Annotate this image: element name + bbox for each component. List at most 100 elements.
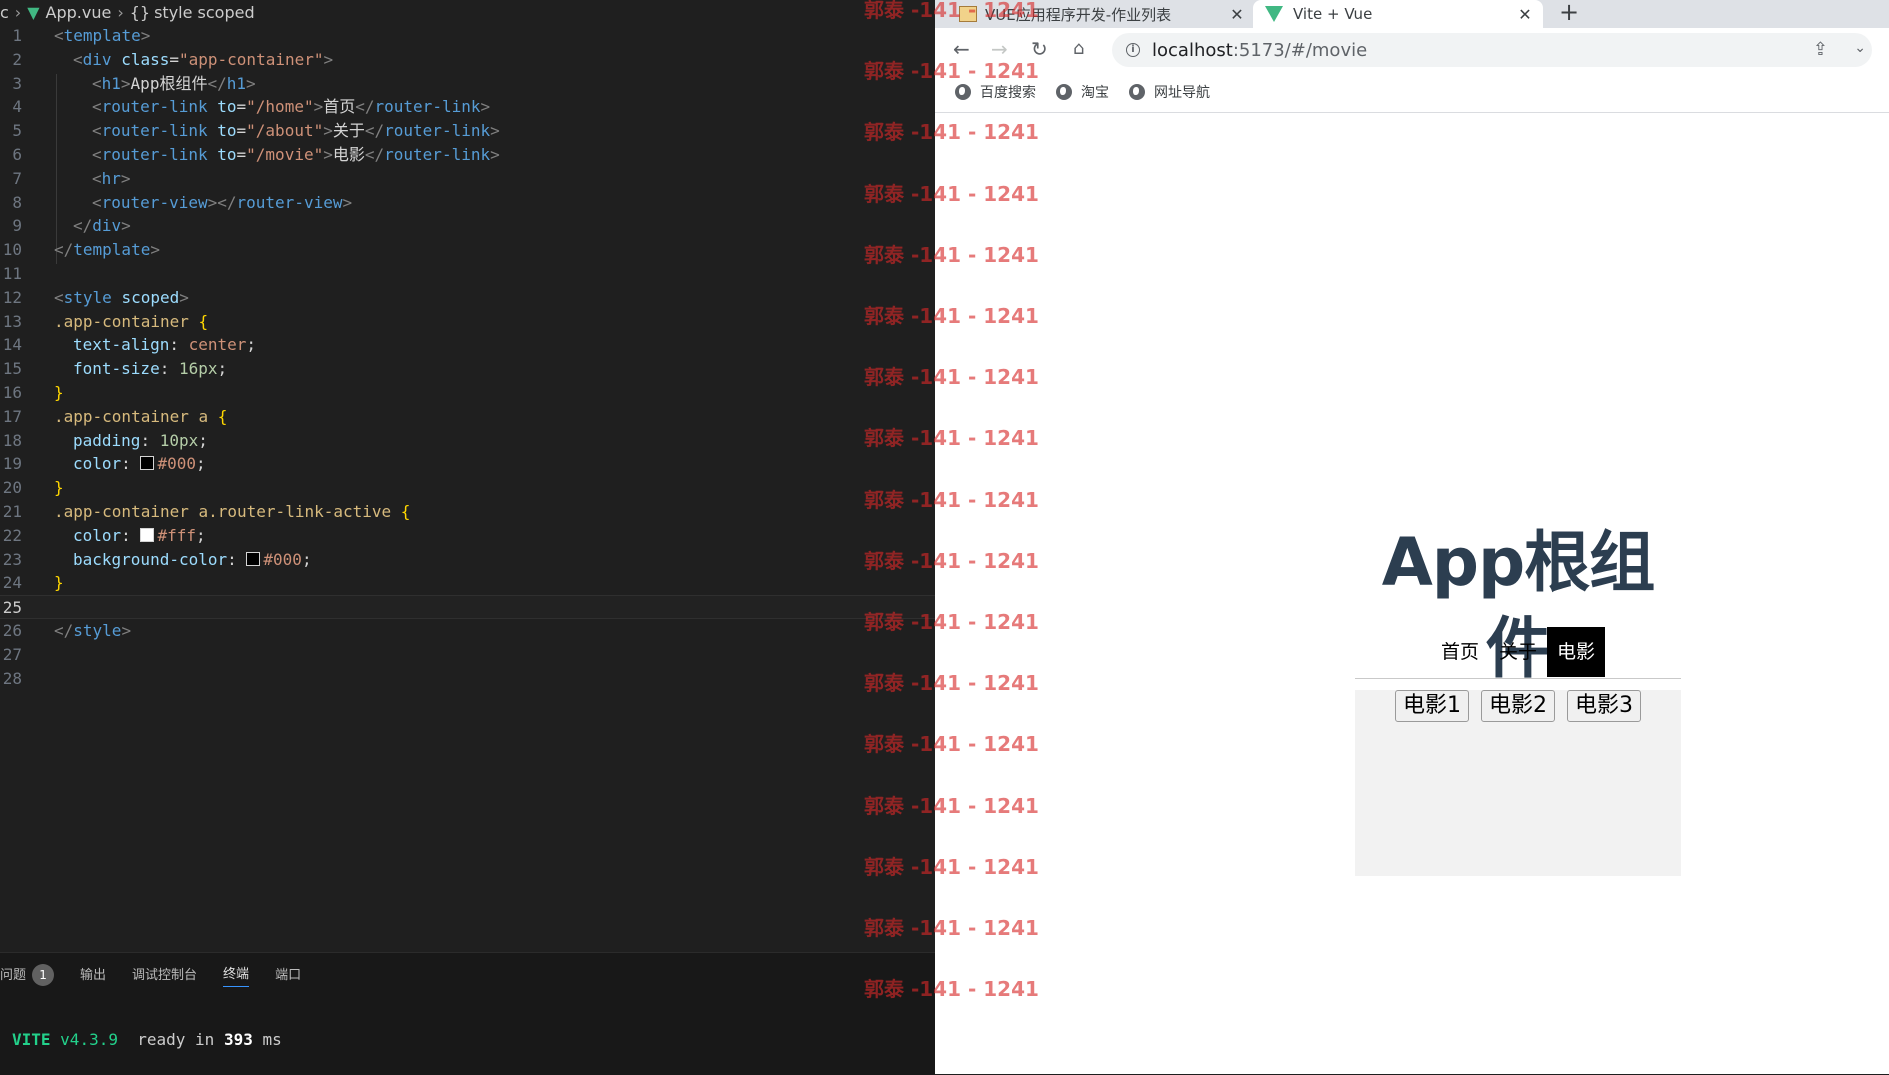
code-line[interactable]: 19 color: #000; (0, 452, 935, 476)
line-number: 26 (2, 620, 22, 640)
watermark-text: 郭泰 -141 - 1241 (864, 977, 1039, 1002)
vite-logo-icon (1265, 6, 1283, 22)
globe-icon (1129, 84, 1145, 100)
breadcrumb-prefix[interactable]: c (0, 3, 9, 22)
code-line[interactable]: 20} (0, 476, 935, 500)
code-line[interactable]: 2 <div class="app-container"> (0, 48, 935, 72)
app-container: App根组件 首页 关于 电影 电影1 电影2 电影3 (1355, 520, 1681, 876)
info-icon[interactable]: i (1126, 43, 1140, 57)
watermark-text: 郭泰 -141 - 1241 (864, 854, 1039, 879)
line-number: 10 (2, 240, 22, 260)
code-editor[interactable]: c › ▼ App.vue › {} style scoped 1 <templa… (0, 0, 935, 1075)
browser-tab-vite-vue[interactable]: Vite + Vue ✕ (1253, 0, 1543, 28)
code-area[interactable]: 1 <template> 2 <div class="app-container">… (0, 24, 935, 690)
code-line[interactable]: 27 (0, 643, 935, 667)
tab-problems[interactable]: 问题 (0, 964, 26, 987)
line-number: 9 (12, 216, 22, 236)
tab-title: Vite + Vue (1293, 5, 1373, 23)
close-icon[interactable]: ✕ (1227, 5, 1247, 24)
bookmarks-bar: 百度搜索 淘宝 网址导航 (935, 72, 1889, 113)
watermark-text: 郭泰 -141 - 1241 (864, 242, 1039, 267)
code-line[interactable]: 13 .app-container { (0, 310, 935, 334)
line-number: 11 (2, 263, 22, 283)
code-line[interactable]: 9 </div> (0, 214, 935, 238)
line-number: 27 (2, 644, 22, 664)
close-icon[interactable]: ✕ (1515, 5, 1535, 24)
code-line[interactable]: 22 color: #fff; (0, 524, 935, 548)
line-number: 14 (2, 335, 22, 355)
line-number: 6 (12, 144, 22, 164)
code-line-current[interactable]: 25 (0, 595, 935, 619)
url-host[interactable]: localhost (1152, 40, 1233, 61)
breadcrumb-symbol[interactable]: style scoped (154, 3, 255, 22)
code-line[interactable]: 14 text-align: center; (0, 333, 935, 357)
chevron-right-icon: › (14, 2, 22, 22)
tab-output[interactable]: 输出 (80, 964, 106, 987)
watermark-text: 郭泰 -141 - 1241 (864, 365, 1039, 390)
line-number: 2 (12, 49, 22, 69)
movie-2-button[interactable]: 电影2 (1481, 690, 1555, 722)
symbol-brackets-icon: {} (129, 2, 151, 22)
line-number: 17 (2, 406, 22, 426)
bookmark-taobao[interactable]: 淘宝 (1056, 82, 1109, 102)
tab-debug-console[interactable]: 调试控制台 (132, 964, 197, 987)
line-number: 5 (12, 121, 22, 141)
tab-terminal[interactable]: 终端 (223, 963, 250, 987)
url-path[interactable]: :5173/#/movie (1233, 40, 1367, 61)
code-line[interactable]: 15 font-size: 16px; (0, 357, 935, 381)
code-line[interactable]: 6 <router-link to="/movie">电影</router-lin… (0, 143, 935, 167)
nav-link-movie[interactable]: 电影 (1547, 627, 1606, 677)
line-number: 13 (2, 311, 22, 331)
new-tab-button[interactable]: + (1559, 0, 1579, 26)
chevron-down-icon[interactable]: ⌄ (1854, 39, 1866, 56)
code-line[interactable]: 17 .app-container a { (0, 405, 935, 429)
code-line[interactable]: 24} (0, 571, 935, 595)
nav-link-home[interactable]: 首页 (1431, 627, 1489, 677)
watermark: 郭泰 -141 - 1241 郭泰 -141 - 1241 郭泰 -141 - 12… (864, 0, 1044, 1074)
line-number: 4 (12, 97, 22, 117)
watermark-text: 郭泰 -141 - 1241 (864, 304, 1039, 328)
code-line[interactable]: 5 <router-link to="/about">关于</router-lin… (0, 119, 935, 143)
code-line[interactable]: 21 .app-container a.router-link-active { (0, 500, 935, 524)
watermark-text: 郭泰 -141 - 1241 (864, 0, 1039, 22)
code-line[interactable]: 11 (0, 262, 935, 286)
divider (1355, 678, 1681, 679)
code-line[interactable]: 4 <router-link to="/home">首页</router-link… (0, 95, 935, 119)
code-line[interactable]: 8 <router-view></router-view> (0, 191, 935, 215)
code-line[interactable]: 12 <style scoped> (0, 286, 935, 310)
code-line[interactable]: 18 padding: 10px; (0, 429, 935, 453)
share-icon[interactable]: ⇪ (1813, 39, 1828, 60)
code-line[interactable]: 7 <hr> (0, 167, 935, 191)
router-view: 电影1 电影2 电影3 (1355, 690, 1681, 876)
watermark-text: 郭泰 -141 - 1241 (864, 59, 1039, 84)
breadcrumb: c › ▼ App.vue › {} style scoped (0, 0, 255, 24)
code-line[interactable]: 3 <h1>App根组件</h1> (0, 72, 935, 96)
address-bar[interactable]: i localhost:5173/#/movie ⇪ ⌄ (1112, 33, 1872, 67)
vue-file-icon: ▼ (27, 2, 40, 22)
line-number: 8 (12, 192, 22, 212)
code-line[interactable]: 10 </template> (0, 238, 935, 262)
line-number: 20 (2, 478, 22, 498)
code-line[interactable]: 26 </style> (0, 619, 935, 643)
color-swatch[interactable] (140, 456, 155, 471)
bookmark-label: 淘宝 (1081, 85, 1109, 101)
bookmark-nav-site[interactable]: 网址导航 (1129, 82, 1210, 102)
watermark-text: 郭泰 -141 - 1241 (864, 548, 1039, 573)
movie-1-button[interactable]: 电影1 (1395, 690, 1469, 722)
line-number: 15 (2, 359, 22, 379)
movie-3-button[interactable]: 电影3 (1567, 690, 1641, 722)
tab-ports[interactable]: 端口 (275, 964, 301, 987)
terminal-output[interactable]: VITE v4.3.9 ready in 393 ms (12, 1030, 282, 1049)
code-line[interactable]: 28 (0, 667, 935, 691)
color-swatch[interactable] (246, 551, 261, 566)
watermark-text: 郭泰 -141 - 1241 (864, 426, 1039, 451)
code-line[interactable]: 16} (0, 381, 935, 405)
code-line[interactable]: 1 <template> (0, 24, 935, 48)
breadcrumb-file[interactable]: App.vue (46, 3, 112, 22)
code-line[interactable]: 23 background-color: #000; (0, 548, 935, 572)
line-number: 21 (2, 501, 22, 521)
color-swatch[interactable] (140, 527, 155, 542)
home-icon[interactable]: ⌂ (1073, 38, 1084, 60)
watermark-text: 郭泰 -141 - 1241 (864, 487, 1039, 512)
nav-link-about[interactable]: 关于 (1489, 627, 1547, 677)
